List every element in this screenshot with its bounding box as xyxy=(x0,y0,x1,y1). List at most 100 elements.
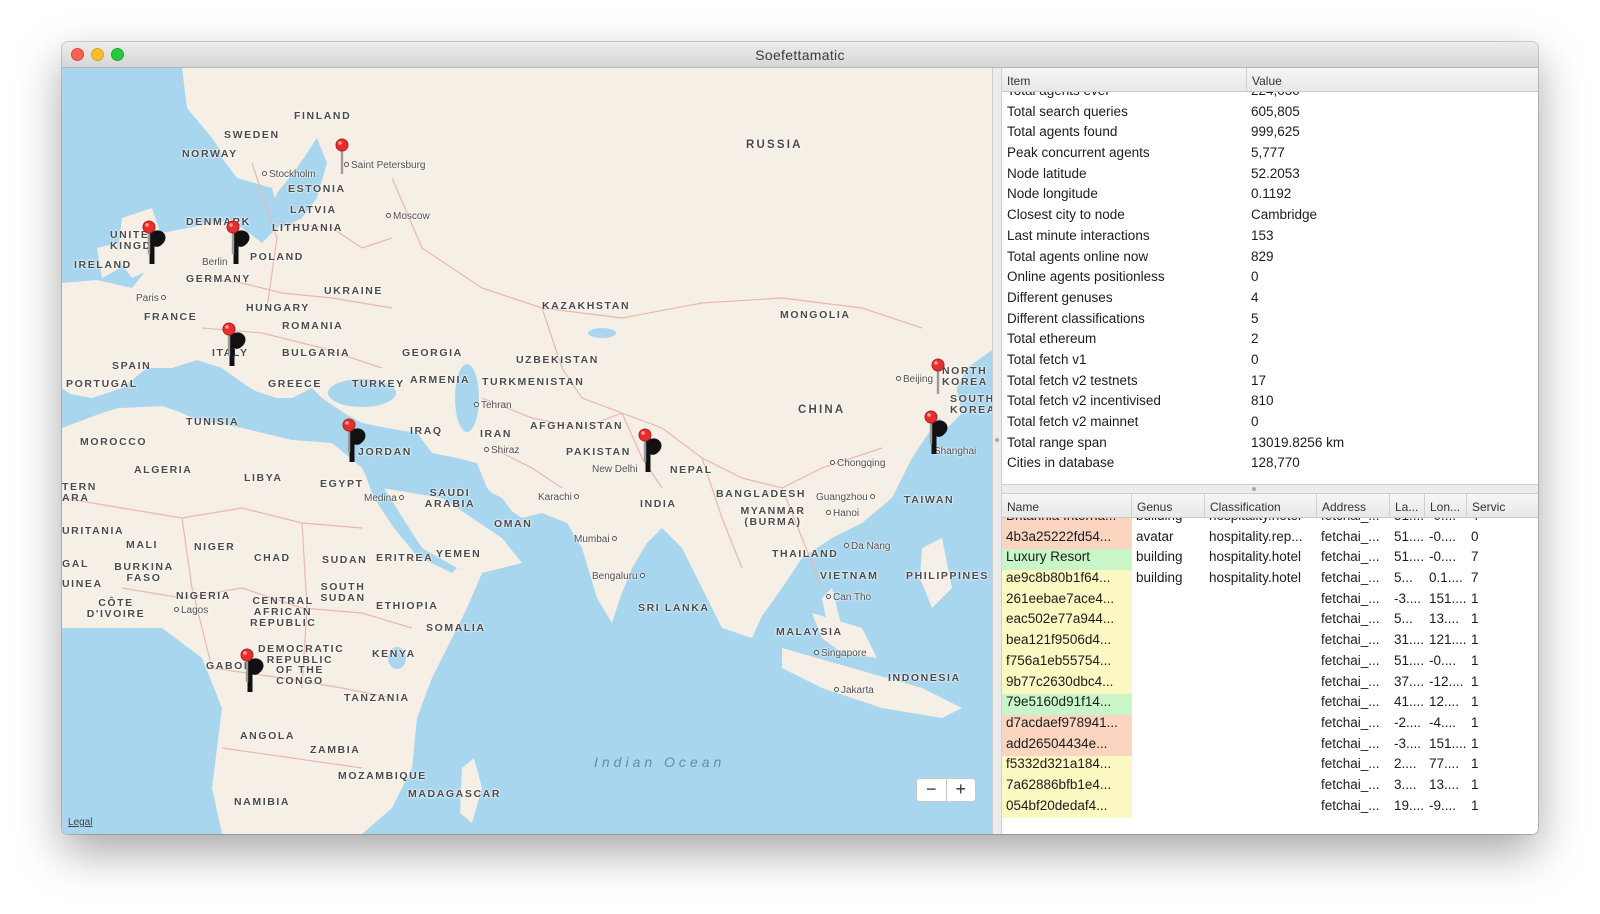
column-header-classification[interactable]: Classification xyxy=(1205,494,1317,517)
stat-row[interactable]: Total fetch v2 testnets 17 xyxy=(1002,373,1538,394)
stat-row[interactable]: Total agents found 999,625 xyxy=(1002,124,1538,145)
table-row[interactable]: 79e5160d91f14... fetchai_... 41.... 12.... 1 xyxy=(1002,694,1538,715)
map-legal-link[interactable]: Legal xyxy=(68,817,92,828)
stat-row[interactable]: Total fetch v1 0 xyxy=(1002,352,1538,373)
country-label-philippines: PHILIPPINES xyxy=(906,570,989,582)
stat-row[interactable]: Cities in database 128,770 xyxy=(1002,455,1538,476)
country-label-ethiopia: ETHIOPIA xyxy=(376,600,439,612)
stat-row[interactable]: Total search queries 605,805 xyxy=(1002,104,1538,125)
city-label-bengaluru: Bengaluru xyxy=(592,571,647,582)
agent-latitude-cell: -2.... xyxy=(1394,714,1422,730)
stat-row[interactable]: Node latitude 52.2053 xyxy=(1002,166,1538,187)
stat-row[interactable]: Node longitude 0.1192 xyxy=(1002,186,1538,207)
stat-item-value: 4 xyxy=(1251,289,1259,305)
column-header-address[interactable]: Address xyxy=(1317,494,1390,517)
agent-services-cell: 1 xyxy=(1471,673,1479,689)
agent-latitude-cell: 37.... xyxy=(1394,673,1425,689)
map-pin-marker[interactable] xyxy=(926,358,962,404)
map-pin-marker[interactable] xyxy=(218,322,254,368)
column-header-genus[interactable]: Genus xyxy=(1132,494,1205,517)
column-header-longitude[interactable]: Lon... xyxy=(1425,494,1467,517)
country-label-romania: ROMANIA xyxy=(282,320,344,332)
table-row[interactable]: 4b3a25222fd54... avatar hospitality.rep...… xyxy=(1002,528,1538,550)
map-pin-marker[interactable] xyxy=(138,220,174,266)
stat-item-label: Peak concurrent agents xyxy=(1007,145,1150,161)
city-label-guangzhou: Guangzhou xyxy=(816,492,877,503)
agent-genus-cell xyxy=(1132,653,1205,674)
stat-row[interactable]: Total agents ever224,030 xyxy=(1002,92,1538,104)
zoom-in-button[interactable]: + xyxy=(947,779,976,801)
stat-row[interactable]: Closest city to node Cambridge xyxy=(1002,207,1538,228)
agent-services-cell: 7 xyxy=(1471,549,1479,565)
agent-name-cell: f5332d321a184... xyxy=(1002,756,1132,777)
stat-row[interactable]: Last minute interactions 153 xyxy=(1002,228,1538,249)
map-pin-marker[interactable] xyxy=(634,428,670,474)
agent-name-cell: 9b77c2630dbc4... xyxy=(1002,673,1132,695)
table-row[interactable]: f756a1eb55754... fetchai_... 51.... -0.... 1 xyxy=(1002,652,1538,674)
table-row[interactable]: f5332d321a184... fetchai_... 2.... 77.... 1 xyxy=(1002,756,1538,777)
table-row[interactable]: 261eebae7ace4... fetchai_... -3.... 151....… xyxy=(1002,590,1538,612)
table-row[interactable]: Britannia Interna...buildinghospitality.… xyxy=(1002,518,1538,529)
zoom-out-button[interactable]: − xyxy=(917,779,947,801)
agent-services-cell: 1 xyxy=(1471,632,1479,648)
horizontal-split-handle[interactable] xyxy=(1002,484,1538,494)
stat-row[interactable]: Total agents online now 829 xyxy=(1002,249,1538,270)
agent-address-cell: fetchai_... xyxy=(1321,776,1380,792)
map-view[interactable]: FINLAND SWEDEN NORWAY RUSSIA ESTONIA LAT… xyxy=(62,68,992,834)
table-row[interactable]: eac502e77a944... fetchai_... 5... 13.... 1 xyxy=(1002,611,1538,633)
table-row[interactable]: 054bf20dedaf4... fetchai_... 19.... -9.... 1 xyxy=(1002,797,1538,819)
agent-classification-cell xyxy=(1205,632,1317,653)
agent-services-cell: 0 xyxy=(1471,528,1479,544)
map-pin-marker[interactable] xyxy=(920,410,956,456)
country-label-hungary: HUNGARY xyxy=(246,302,310,314)
country-label-kazakhstan: KAZAKHSTAN xyxy=(542,300,631,312)
agent-longitude-cell: -9.... xyxy=(1429,797,1457,813)
table-row[interactable]: add26504434e... fetchai_... -3.... 151.... 1 xyxy=(1002,735,1538,757)
stat-row[interactable]: Total range span 13019.8256 km xyxy=(1002,435,1538,456)
stat-row[interactable]: Total ethereum 2 xyxy=(1002,331,1538,352)
table-row[interactable]: 9b77c2630dbc4... fetchai_... 37.... -12....… xyxy=(1002,673,1538,695)
agent-longitude-cell: 0.1.... xyxy=(1429,570,1463,586)
map-pin-marker[interactable] xyxy=(222,220,258,266)
stat-item-label: Node longitude xyxy=(1007,186,1098,202)
stat-row[interactable]: Online agents positionless 0 xyxy=(1002,269,1538,290)
stat-item-label: Different genuses xyxy=(1007,289,1113,305)
stat-row[interactable]: Peak concurrent agents 5,777 xyxy=(1002,145,1538,166)
column-header-value[interactable]: Value xyxy=(1247,68,1538,91)
column-header-item[interactable]: Item xyxy=(1002,68,1247,91)
stat-row[interactable]: Total fetch v2 incentivised 810 xyxy=(1002,393,1538,414)
vertical-split-handle[interactable] xyxy=(992,68,1002,834)
table-row[interactable]: 7a62886bfb1e4... fetchai_... 3.... 13.... 1 xyxy=(1002,776,1538,798)
stat-row[interactable]: Different classifications 5 xyxy=(1002,311,1538,332)
stats-table-body[interactable]: Total agents ever224,030Total search que… xyxy=(1002,92,1538,484)
map-pin-marker[interactable] xyxy=(236,648,272,694)
country-label-somalia: SOMALIA xyxy=(426,622,486,634)
stat-item-label: Cities in database xyxy=(1007,455,1115,471)
agent-genus-cell xyxy=(1132,632,1205,653)
column-header-name[interactable]: Name xyxy=(1002,494,1132,517)
map-pin-marker[interactable] xyxy=(338,418,374,464)
country-label-sweden: SWEDEN xyxy=(224,129,280,141)
agent-classification-cell xyxy=(1205,736,1317,757)
column-header-latitude[interactable]: La... xyxy=(1390,494,1425,517)
stat-row[interactable]: Different genuses 4 xyxy=(1002,290,1538,311)
city-label-lagos: Lagos xyxy=(174,605,208,616)
table-row[interactable]: Luxury Resort building hospitality.hotel fe… xyxy=(1002,549,1538,571)
country-label-taiwan: TAIWAN xyxy=(904,494,955,506)
window-title: Soefettamatic xyxy=(755,47,845,63)
agent-longitude-cell: 13.... xyxy=(1429,611,1460,627)
country-label-uzbekistan: UZBEKISTAN xyxy=(516,354,599,366)
stat-item-label: Node latitude xyxy=(1007,165,1087,181)
table-row[interactable]: bea121f9506d4... fetchai_... 31.... 121....… xyxy=(1002,632,1538,653)
column-header-services[interactable]: Servic xyxy=(1467,494,1538,517)
country-label-namibia: NAMIBIA xyxy=(234,796,291,808)
table-row[interactable]: d7acdaef978941... fetchai_... -2.... -4....… xyxy=(1002,714,1538,736)
agent-address-cell: fetchai_... xyxy=(1321,797,1380,813)
agents-table-body[interactable]: Britannia Interna...buildinghospitality.… xyxy=(1002,518,1538,834)
country-label-iraq: IRAQ xyxy=(410,425,443,437)
stat-row[interactable]: Total fetch v2 mainnet 0 xyxy=(1002,414,1538,435)
table-row[interactable]: ae9c8b80b1f64... building hospitality.hote… xyxy=(1002,570,1538,591)
country-label-senegal: GAL xyxy=(62,558,89,570)
map-pin-marker[interactable] xyxy=(330,138,366,184)
country-label-iran: IRAN xyxy=(480,428,513,440)
